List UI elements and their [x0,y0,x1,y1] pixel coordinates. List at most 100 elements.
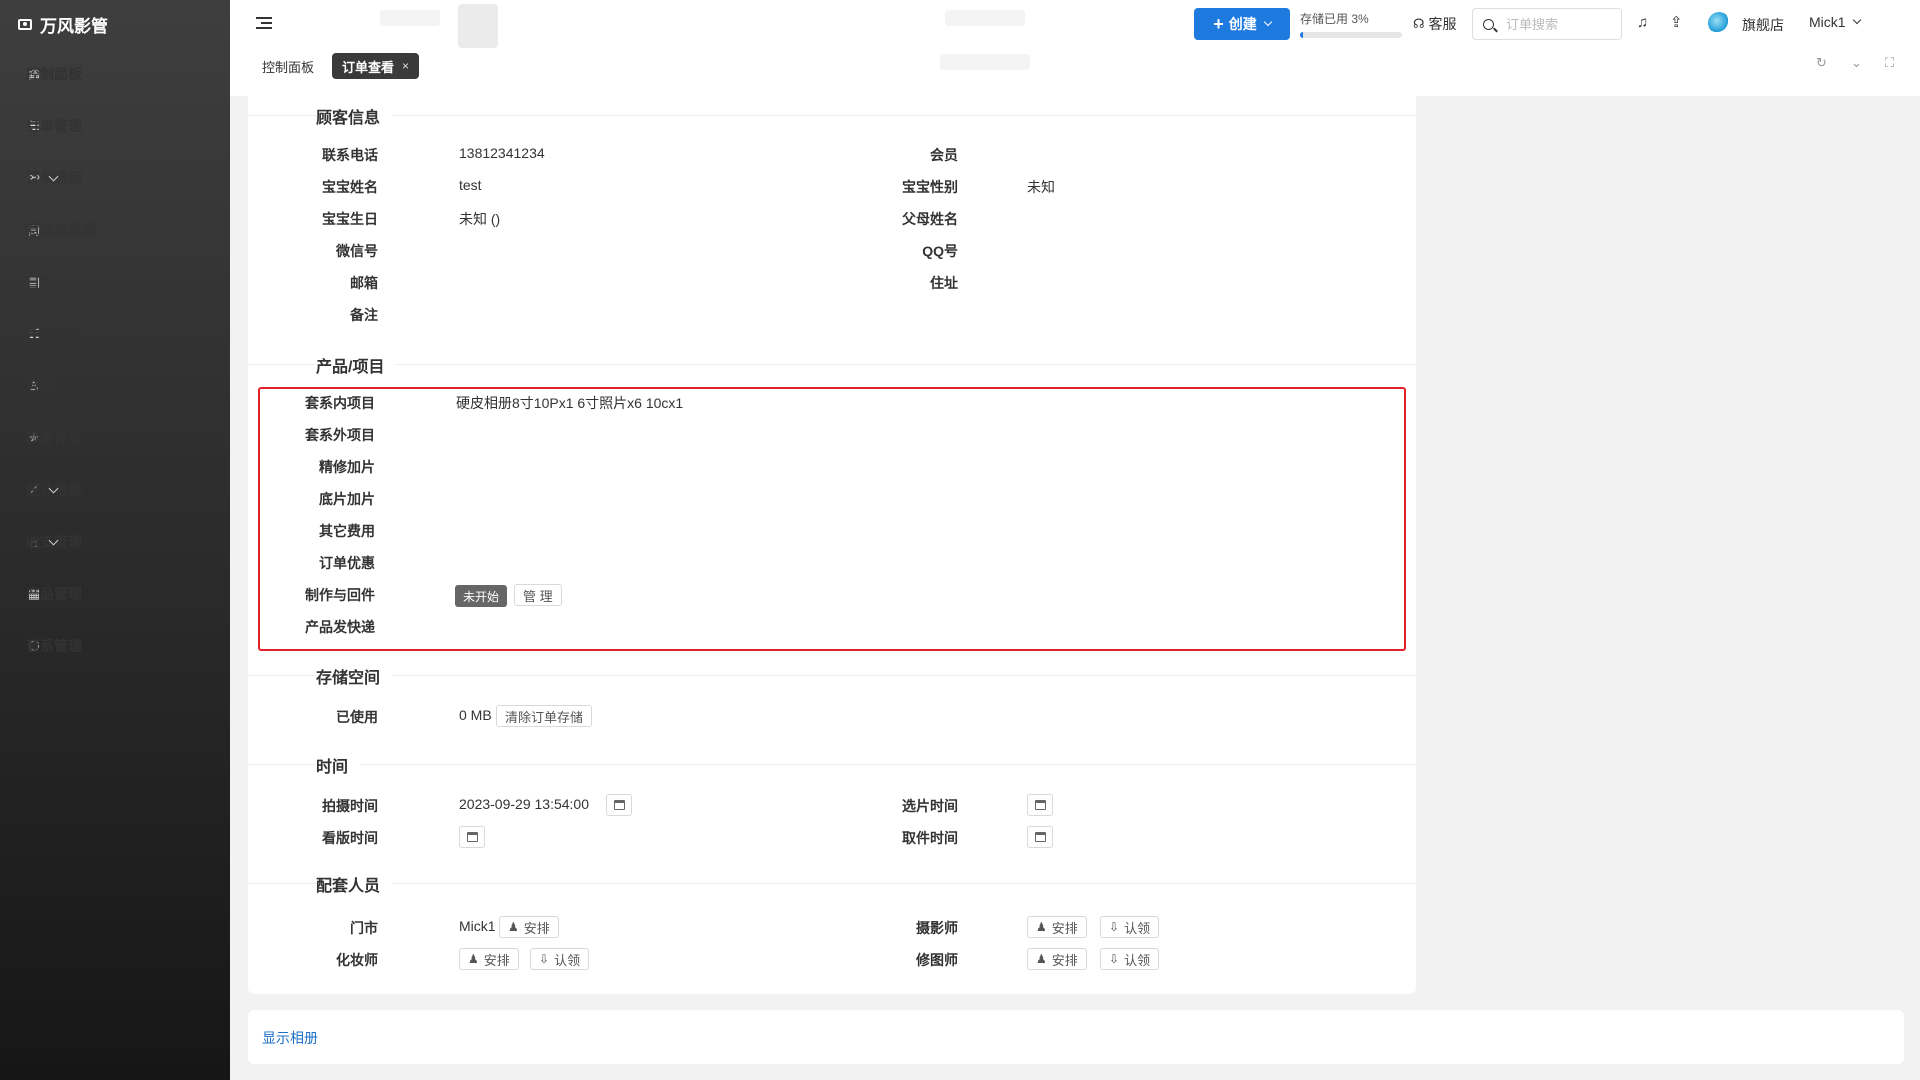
sidebar-item[interactable]: ▦ 产品管理 [0,568,230,620]
fullscreen-icon[interactable]: ⛶ [1885,55,1894,71]
sidebar-item[interactable]: ⟋ 统计报表 [0,464,230,516]
label-wechat: 微信号 [336,243,378,259]
claim-icon: ⇩ [539,952,550,966]
storage-progress-fill [1300,32,1304,38]
calendar-icon[interactable] [1027,826,1053,848]
value-package-items: 硬皮相册8寸10Px1 6寸照片x6 10cx1 [456,395,684,411]
claim-button[interactable]: ⇩ 认领 [1100,948,1160,970]
tab-label: 订单查看 [342,59,395,75]
user-menu[interactable]: Mick1 [1809,14,1861,30]
sidebar-item-label: 会员 [26,378,54,394]
sidebar-item[interactable]: ▦ 控制面板 [0,48,230,100]
label-select-time: 选片时间 [902,798,958,814]
show-album-link[interactable]: 显示相册 [262,1028,318,1048]
sidebar-item[interactable]: ⌂ 收支管理 [0,516,230,568]
section-title-storage: 存储空间 [316,664,393,688]
sidebar-item[interactable]: ▤ 日历 [0,256,230,308]
sidebar-item[interactable]: ♙ 会员 [0,360,230,412]
assign-button[interactable]: ♟ 安排 [499,916,559,938]
search-icon [1483,18,1494,30]
customer-service-button[interactable]: ☊ 客服 [1413,14,1457,34]
sidebar-item[interactable]: ⬡ 套系管理 [0,620,230,672]
value-baby-birthday: 未知 () [459,211,501,227]
claim-icon: ⇩ [1109,920,1120,934]
chevron-down-icon [1852,15,1861,25]
menu-toggle-icon[interactable] [256,17,272,31]
chevron-down-icon[interactable]: ⌄ [1851,55,1862,71]
sidebar-item[interactable]: ★ 顾客评价 [0,412,230,464]
sidebar-item-label: 意向单管理 [26,222,96,238]
create-button[interactable]: + 创建 [1194,8,1290,40]
storage-label: 存储已用 3% [1300,12,1369,26]
section-divider [248,115,1416,116]
claim-button[interactable]: ⇩ 认领 [530,948,590,970]
order-detail-card: 顾客信息 联系电话 13812341234 宝宝姓名 test 宝宝生日 未知 … [248,80,1416,994]
assign-button[interactable]: ♟ 安排 [1027,916,1087,938]
sidebar-item-label: 产品管理 [26,586,82,602]
label-retouch-extra: 精修加片 [319,459,375,475]
sidebar-item[interactable]: ☰ 订单管理 [0,100,230,152]
manage-button[interactable]: 管 理 [514,584,562,606]
section-divider [248,364,1416,365]
storage-progress-bar [1300,32,1402,38]
claim-button[interactable]: ⇩ 认领 [1100,916,1160,938]
assign-button[interactable]: ♟ 安排 [459,948,519,970]
label-address: 住址 [930,275,958,291]
assign-label: 安排 [483,952,510,968]
value-shoot-time: 2023-09-29 13:54:00 [459,796,589,812]
sidebar-item[interactable]: ⚯ 订单流程 [0,152,230,204]
clear-storage-button[interactable]: 清除订单存储 [496,705,593,727]
calendar-icon[interactable] [606,794,632,816]
tab-dashboard[interactable]: 控制面板 [252,53,324,79]
close-icon[interactable]: × [402,59,409,73]
calendar-icon[interactable] [459,826,485,848]
label-baby-gender: 宝宝性别 [902,179,958,195]
upload-icon[interactable]: ⇪ [1670,13,1683,31]
album-card: 显示相册 [248,1010,1904,1064]
status-badge: 未开始 [455,585,508,607]
label-baby-birthday: 宝宝生日 [322,211,378,227]
sidebar-item-label: 控制面板 [26,66,82,82]
assign-button[interactable]: ♟ 安排 [1027,948,1087,970]
label-remark: 备注 [350,307,378,323]
headset-icon: ☊ [1413,16,1425,31]
label-extra-items: 套系外项目 [305,427,375,443]
refresh-icon[interactable]: ↻ [1816,55,1827,71]
label-pickup-time: 取件时间 [902,830,958,846]
chevron-down-icon [1263,17,1272,27]
label-store-staff: 门市 [350,920,378,936]
section-divider [248,675,1416,676]
camera-icon [18,18,32,30]
calendar-icon[interactable] [1027,794,1053,816]
value-baby-gender: 未知 [1027,179,1055,195]
label-proof-time: 看版时间 [322,830,378,846]
assign-label: 安排 [1051,952,1078,968]
label-shoot-time: 拍摄时间 [322,798,378,814]
user-icon: ♟ [508,920,519,934]
sidebar-item[interactable]: ▣ 意向单管理 [0,204,230,256]
label-other-fees: 其它费用 [319,523,375,539]
sidebar-item-label: 任务管理 [26,326,82,342]
value-store-staff: Mick1 [459,918,496,934]
claim-icon: ⇩ [1109,952,1120,966]
user-icon: ♟ [468,952,479,966]
user-name: Mick1 [1809,14,1846,30]
sidebar-item-label: 顾客评价 [26,430,82,446]
label-negative-extra: 底片加片 [319,491,375,507]
order-search[interactable] [1472,8,1622,40]
store-name[interactable]: 旗舰店 [1742,15,1784,35]
section-title-customer: 顾客信息 [316,104,393,128]
sidebar-item-label: 套系管理 [26,638,82,654]
label-photographer: 摄影师 [916,920,958,936]
label-parent-name: 父母姓名 [902,211,958,227]
ghost-placeholder [380,10,440,26]
sidebar-item[interactable]: ☷ 任务管理 [0,308,230,360]
create-label: 创建 [1228,16,1257,32]
tab-order-view[interactable]: 订单查看 × [332,53,420,79]
search-input[interactable] [1506,16,1606,32]
claim-label: 认领 [1124,920,1151,936]
section-title-time: 时间 [316,753,361,777]
ghost-placeholder [940,54,1030,70]
sidebar-item-label: 订单管理 [26,118,82,134]
bell-icon[interactable]: ♫ [1637,14,1648,31]
